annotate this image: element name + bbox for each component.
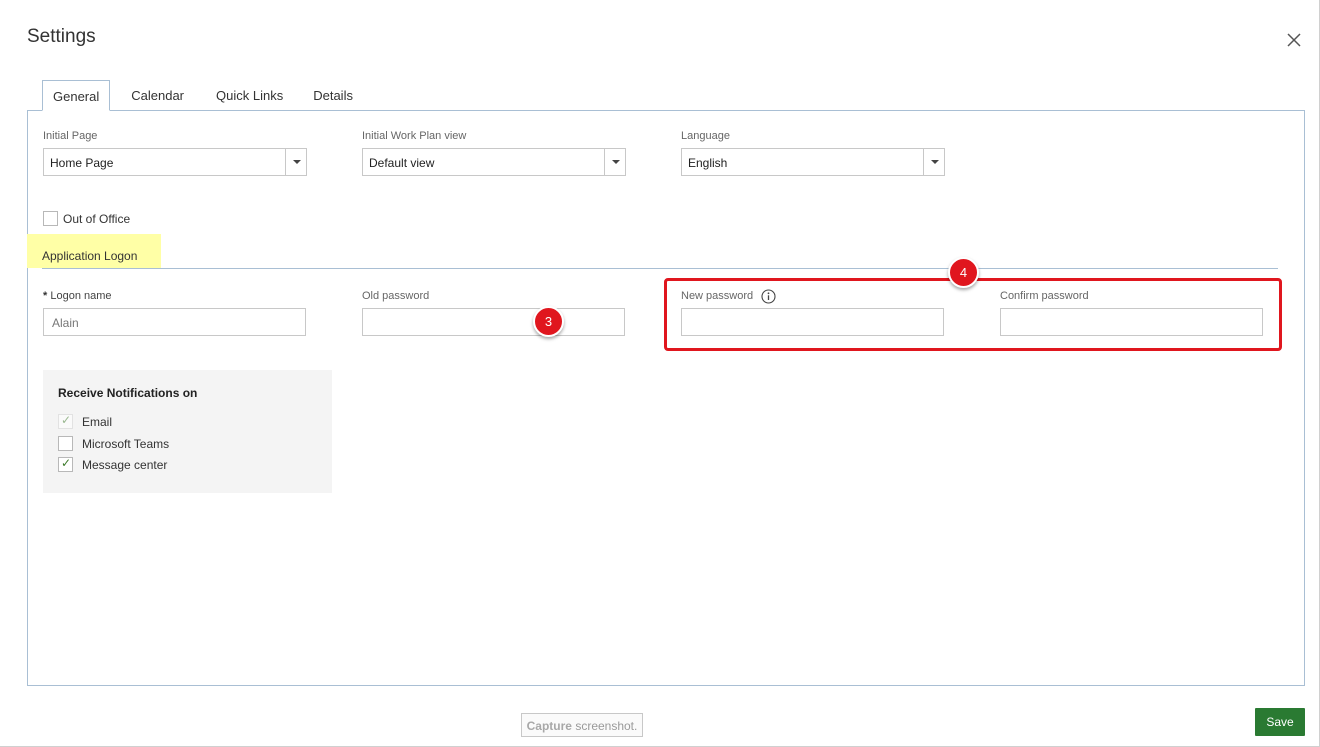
capture-rest-text: screenshot. [571,719,638,733]
microsoft-teams-checkbox[interactable] [58,436,73,451]
tab-bar: General Calendar Quick Links Details [42,80,364,111]
tab-details[interactable]: Details [302,80,364,111]
message-center-checkbox[interactable] [58,456,73,472]
chevron-down-icon[interactable] [285,149,306,175]
dialog-title: Settings [27,26,96,47]
initial-page-value: Home Page [50,156,114,170]
language-value: English [688,156,728,170]
annotation-highlight-box [664,278,1282,351]
email-checkbox[interactable] [58,413,73,429]
close-icon[interactable] [1285,31,1303,49]
application-logon-heading: Application Logon [27,234,161,268]
tab-calendar[interactable]: Calendar [120,80,195,111]
old-password-input[interactable] [362,308,625,336]
message-center-label: Message center [82,458,168,472]
logon-name-label: * Logon name [43,290,112,302]
notifications-title: Receive Notifications on [58,386,198,400]
tab-quick-links[interactable]: Quick Links [205,80,294,111]
email-label: Email [82,415,113,429]
language-select[interactable]: English [681,148,945,176]
work-plan-view-value: Default view [369,156,435,170]
annotation-badge-3: 3 [533,306,564,337]
section-divider [42,268,1278,269]
save-button[interactable]: Save [1255,708,1305,736]
logon-name-value: Alain [52,316,79,330]
chevron-down-icon[interactable] [604,149,625,175]
logon-name-input[interactable]: Alain [43,308,306,336]
chevron-down-icon[interactable] [923,149,944,175]
settings-dialog: Settings General Calendar Quick Links De… [0,0,1320,747]
work-plan-view-select[interactable]: Default view [362,148,626,176]
initial-page-label: Initial Page [43,130,98,142]
out-of-office-checkbox[interactable] [43,211,58,226]
out-of-office-label: Out of Office [63,212,131,226]
old-password-label: Old password [362,290,430,302]
microsoft-teams-label: Microsoft Teams [82,437,170,451]
required-marker: * [43,290,48,302]
annotation-badge-4: 4 [948,257,979,288]
work-plan-view-label: Initial Work Plan view [362,130,467,142]
language-label: Language [681,130,730,142]
capture-screenshot-button[interactable]: Capture screenshot. [521,713,643,737]
initial-page-select[interactable]: Home Page [43,148,307,176]
tab-general[interactable]: General [42,80,111,111]
capture-bold-text: Capture [526,719,572,733]
logon-name-label-text: Logon name [50,290,112,302]
